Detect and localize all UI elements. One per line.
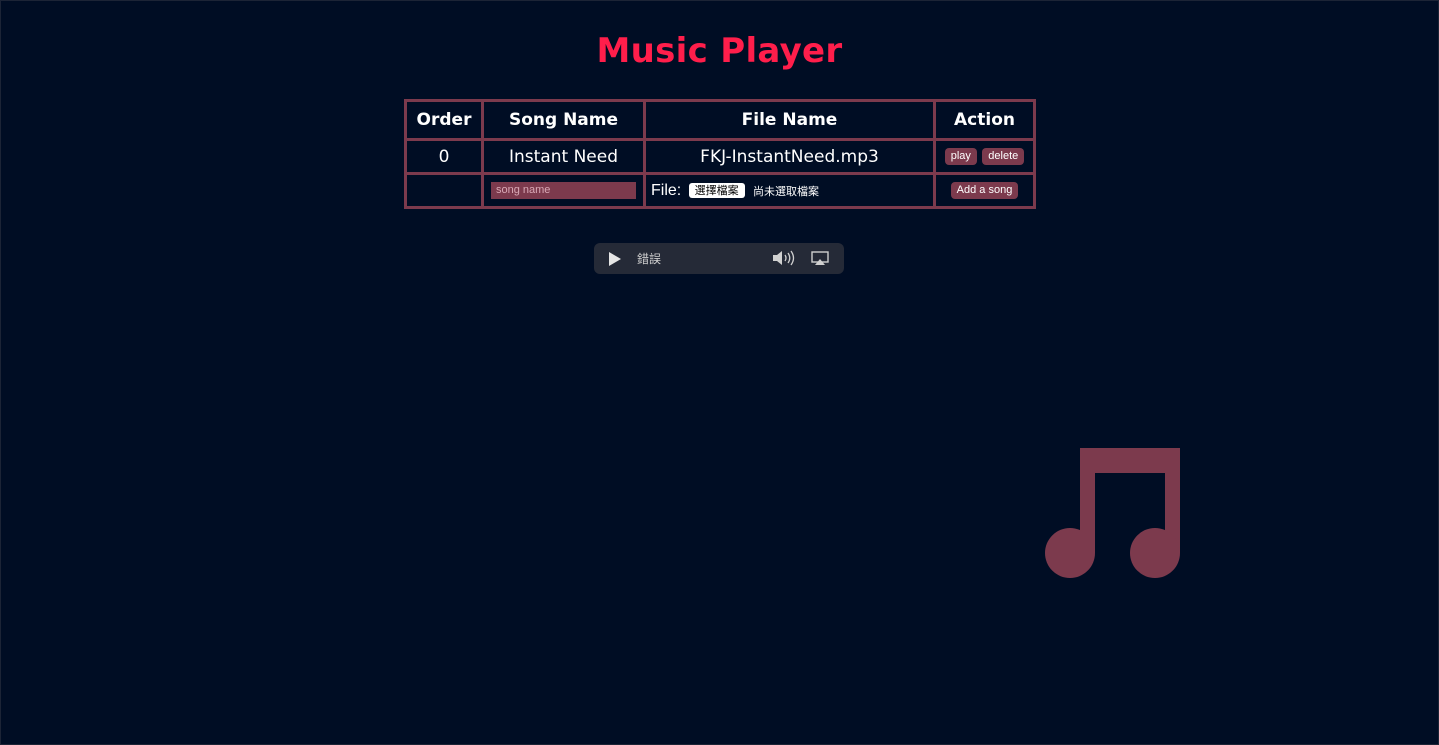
audio-status: 錯誤: [637, 252, 662, 266]
header-file-name: File Name: [643, 99, 936, 141]
play-button[interactable]: play: [944, 148, 977, 165]
music-note-icon: [1040, 445, 1185, 589]
volume-icon[interactable]: [772, 250, 796, 270]
table-row: 0 Instant Need FKJ-InstantNeed.mp3 play …: [404, 138, 1036, 175]
songs-table: Order Song Name File Name Action 0 Insta…: [404, 99, 1036, 209]
delete-button[interactable]: delete: [982, 148, 1025, 165]
song-order: 0: [404, 138, 484, 175]
new-song-file-cell: File: 選擇檔案 尚未選取檔案: [643, 172, 936, 209]
new-song-row: song name File: 選擇檔案 尚未選取檔案 Add a song: [404, 172, 1036, 209]
header-song-name: Song Name: [481, 99, 646, 141]
new-song-order-cell: [404, 172, 484, 209]
choose-file-button[interactable]: 選擇檔案: [688, 183, 745, 198]
file-label: File:: [651, 181, 682, 199]
add-song-button[interactable]: Add a song: [950, 182, 1019, 199]
page-title: Music Player: [596, 31, 843, 71]
table-header-row: Order Song Name File Name Action: [404, 99, 1036, 141]
play-icon[interactable]: [609, 252, 621, 266]
new-song-action-cell: Add a song: [933, 172, 1036, 209]
header-order: Order: [404, 99, 484, 141]
header-action: Action: [933, 99, 1036, 141]
song-actions: play delete: [933, 138, 1036, 175]
airplay-icon[interactable]: [811, 251, 829, 270]
new-song-name-cell: song name: [481, 172, 646, 209]
song-name-input[interactable]: song name: [491, 182, 636, 199]
song-name: Instant Need: [481, 138, 646, 175]
no-file-chosen-text: 尚未選取檔案: [753, 184, 820, 198]
song-file-name: FKJ-InstantNeed.mp3: [643, 138, 936, 175]
audio-player: 錯誤: [594, 243, 844, 274]
